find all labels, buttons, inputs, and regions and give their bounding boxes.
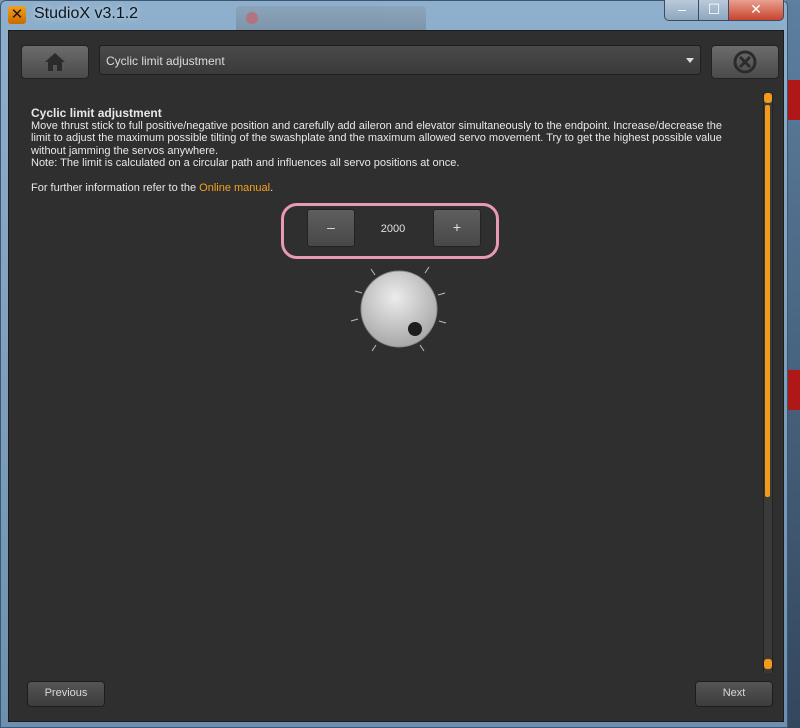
desktop-icon-fragment xyxy=(788,370,800,410)
chevron-down-icon xyxy=(686,58,694,63)
info-text: For further information refer to the Onl… xyxy=(31,182,759,195)
cancel-circle-icon xyxy=(733,50,757,74)
limit-value: 2000 xyxy=(380,223,406,235)
home-button[interactable] xyxy=(21,45,89,79)
instruction-panel: Cyclic limit adjustment Move thrust stic… xyxy=(31,107,759,194)
rotary-knob[interactable] xyxy=(339,263,449,363)
section-heading: Cyclic limit adjustment xyxy=(31,106,162,120)
scroll-down-button[interactable] xyxy=(764,659,772,669)
note-text: Note: The limit is calculated on a circu… xyxy=(31,157,460,169)
close-button[interactable]: ✕ xyxy=(728,0,784,21)
home-icon xyxy=(45,53,65,71)
maximize-button[interactable]: ☐ xyxy=(698,0,730,21)
minimize-button[interactable]: – xyxy=(664,0,700,21)
title-bar[interactable]: ✕ StudioX v3.1.2 – ☐ ✕ xyxy=(0,0,788,30)
background-window-tab xyxy=(236,6,426,30)
increase-button[interactable]: + xyxy=(433,209,481,247)
app-client-area: Cyclic limit adjustment Cyclic limit adj… xyxy=(8,30,784,722)
desktop-icon-fragment xyxy=(788,80,800,120)
scroll-up-button[interactable] xyxy=(764,93,772,103)
next-button[interactable]: Next xyxy=(695,681,773,707)
decrease-button[interactable]: – xyxy=(307,209,355,247)
step-select[interactable]: Cyclic limit adjustment xyxy=(99,45,701,75)
info-suffix: . xyxy=(270,181,274,194)
instruction-text: Move thrust stick to full positive/negat… xyxy=(31,119,722,157)
cancel-button[interactable] xyxy=(711,45,779,79)
app-window: ✕ StudioX v3.1.2 – ☐ ✕ Cyclic limit adju… xyxy=(0,0,788,728)
info-prefix: For further information refer to the xyxy=(31,181,200,194)
app-logo-icon: ✕ xyxy=(8,6,26,24)
step-select-value: Cyclic limit adjustment xyxy=(106,54,225,68)
previous-button[interactable]: Previous xyxy=(27,681,105,707)
online-manual-link[interactable]: Online manual xyxy=(199,182,270,194)
scrollbar-thumb[interactable] xyxy=(765,105,770,497)
rotary-knob-icon xyxy=(350,266,447,352)
window-title: StudioX v3.1.2 xyxy=(34,5,139,22)
